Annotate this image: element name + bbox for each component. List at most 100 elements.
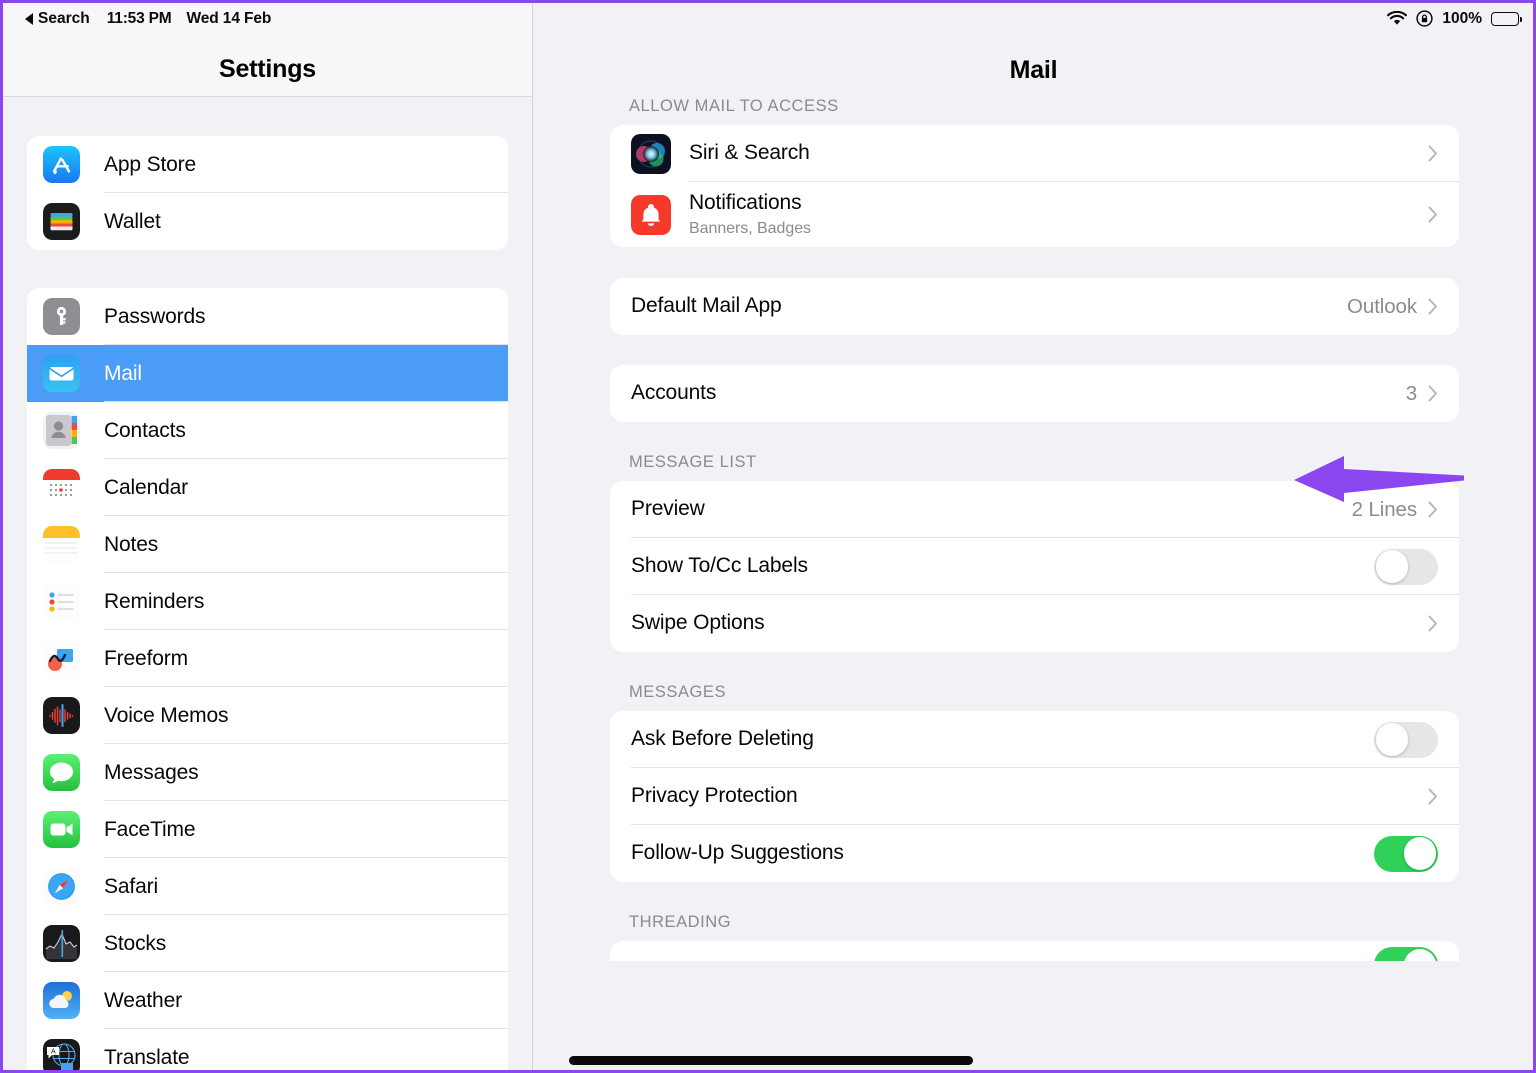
sidebar-item-voice-memos[interactable]: Voice Memos: [27, 687, 508, 744]
row-ask-before-deleting[interactable]: Ask Before Deleting: [610, 711, 1459, 768]
row-accessory: 2 Lines: [1352, 498, 1438, 522]
sidebar-group-2: Passwords Mail: [27, 288, 508, 1073]
translate-icon: A: [43, 1039, 80, 1073]
sidebar-item-label: FaceTime: [104, 818, 195, 842]
sidebar-scroll-area[interactable]: App Store Wallet: [3, 136, 532, 1073]
chevron-right-icon[interactable]: [1428, 788, 1438, 805]
row-default-mail-app[interactable]: Default Mail App Outlook: [610, 278, 1459, 335]
facetime-icon: [43, 811, 80, 848]
row-accessory: [1374, 836, 1438, 872]
mail-icon: [43, 355, 80, 392]
sidebar-item-label: Freeform: [104, 647, 188, 671]
sidebar-item-label: Mail: [104, 362, 142, 386]
status-bar-right: 100%: [1387, 3, 1519, 34]
section-default-mail-app: Default Mail App Outlook: [610, 278, 1459, 335]
sidebar-item-label: Passwords: [104, 305, 205, 329]
row-accounts[interactable]: Accounts 3: [610, 365, 1459, 422]
voice-memos-icon: [43, 697, 80, 734]
freeform-icon: [43, 640, 80, 677]
sidebar-item-reminders[interactable]: Reminders: [27, 573, 508, 630]
messages-icon: [43, 754, 80, 791]
section-header: Allow Mail to Access: [610, 97, 1459, 125]
row-label: Show To/Cc Labels: [631, 554, 808, 578]
status-date: Wed 14 Feb: [186, 10, 271, 28]
status-time: 11:53 PM: [107, 10, 172, 28]
back-triangle-icon[interactable]: [25, 13, 33, 25]
row-value: Outlook: [1347, 295, 1417, 319]
toggle-ask-before-deleting[interactable]: [1374, 722, 1438, 758]
row-accessory: [1428, 788, 1438, 805]
sidebar-item-notes[interactable]: Notes: [27, 516, 508, 573]
row-follow-up-suggestions[interactable]: Follow-Up Suggestions: [610, 825, 1459, 882]
toggle-threading-partial[interactable]: [1374, 947, 1438, 961]
section-card: Accounts 3: [610, 365, 1459, 422]
chevron-right-icon[interactable]: [1428, 385, 1438, 402]
mail-settings-pane: Mail Allow Mail to Access: [534, 3, 1533, 1070]
calendar-icon: [43, 469, 80, 506]
status-back-label[interactable]: Search: [38, 10, 90, 28]
row-siri-and-search[interactable]: Siri & Search: [610, 125, 1459, 182]
ipad-settings-window: Search 11:53 PM Wed 14 Feb 100%: [0, 0, 1536, 1073]
row-texts: Follow-Up Suggestions: [631, 841, 844, 865]
row-label: Siri & Search: [689, 141, 810, 165]
sidebar-title: Settings: [219, 55, 316, 84]
row-label: Privacy Protection: [631, 784, 798, 808]
row-swipe-options[interactable]: Swipe Options: [610, 595, 1459, 652]
svg-text:A: A: [51, 1049, 56, 1056]
sidebar-item-label: Safari: [104, 875, 158, 899]
section-header: Threading: [610, 913, 1459, 941]
sidebar-item-label: Reminders: [104, 590, 204, 614]
sidebar-item-calendar[interactable]: Calendar: [27, 459, 508, 516]
chevron-right-icon[interactable]: [1428, 145, 1438, 162]
toggle-follow-up-suggestions[interactable]: [1374, 836, 1438, 872]
sidebar-item-freeform[interactable]: Freeform: [27, 630, 508, 687]
row-notifications[interactable]: Notifications Banners, Badges: [610, 182, 1459, 247]
sidebar-item-wallet[interactable]: Wallet: [27, 193, 508, 250]
row-label: Follow-Up Suggestions: [631, 841, 844, 865]
rotation-lock-icon: [1416, 10, 1433, 27]
row-show-to-cc-labels[interactable]: Show To/Cc Labels: [610, 538, 1459, 595]
sidebar-item-safari[interactable]: Safari: [27, 858, 508, 915]
chevron-right-icon[interactable]: [1428, 298, 1438, 315]
sidebar-item-mail[interactable]: Mail: [27, 345, 508, 402]
row-label: Accounts: [631, 381, 716, 405]
battery-icon: [1491, 12, 1519, 26]
sidebar-item-stocks[interactable]: Stocks: [27, 915, 508, 972]
row-accessory: [1428, 145, 1438, 162]
sidebar-item-label: Translate: [104, 1046, 189, 1070]
section-allow-access: Allow Mail to Access: [610, 97, 1459, 247]
row-texts: Preview: [631, 497, 705, 521]
passwords-icon: [43, 298, 80, 335]
sidebar-item-weather[interactable]: Weather: [27, 972, 508, 1029]
row-accessory: Outlook: [1347, 295, 1438, 319]
row-label: Ask Before Deleting: [631, 727, 814, 751]
sidebar-item-app-store[interactable]: App Store: [27, 136, 508, 193]
sidebar-item-facetime[interactable]: FaceTime: [27, 801, 508, 858]
contacts-icon: [43, 412, 80, 449]
sidebar-item-contacts[interactable]: Contacts: [27, 402, 508, 459]
row-label: Notifications: [689, 191, 811, 215]
row-texts: Accounts: [631, 381, 716, 405]
sidebar-item-passwords[interactable]: Passwords: [27, 288, 508, 345]
section-card-partial[interactable]: [610, 941, 1459, 961]
section-card: Ask Before Deleting Privacy Protection: [610, 711, 1459, 882]
chevron-right-icon[interactable]: [1428, 501, 1438, 518]
row-privacy-protection[interactable]: Privacy Protection: [610, 768, 1459, 825]
chevron-right-icon[interactable]: [1428, 206, 1438, 223]
sidebar-item-label: Stocks: [104, 932, 166, 956]
chevron-right-icon[interactable]: [1428, 615, 1438, 632]
page-title: Mail: [1010, 56, 1058, 85]
toggle-show-to-cc-labels[interactable]: [1374, 549, 1438, 585]
section-card: Default Mail App Outlook: [610, 278, 1459, 335]
row-texts: Swipe Options: [631, 611, 764, 635]
sidebar-item-messages[interactable]: Messages: [27, 744, 508, 801]
sidebar-item-translate[interactable]: A Translate: [27, 1029, 508, 1073]
app-store-icon: [43, 146, 80, 183]
row-value: 3: [1406, 382, 1417, 406]
home-indicator[interactable]: [569, 1056, 973, 1065]
stocks-icon: [43, 925, 80, 962]
row-preview[interactable]: Preview 2 Lines: [610, 481, 1459, 538]
detail-scroll-area[interactable]: Allow Mail to Access: [534, 97, 1533, 961]
safari-icon: [43, 868, 80, 905]
section-message-list: Message List Preview 2 Lines: [610, 453, 1459, 652]
